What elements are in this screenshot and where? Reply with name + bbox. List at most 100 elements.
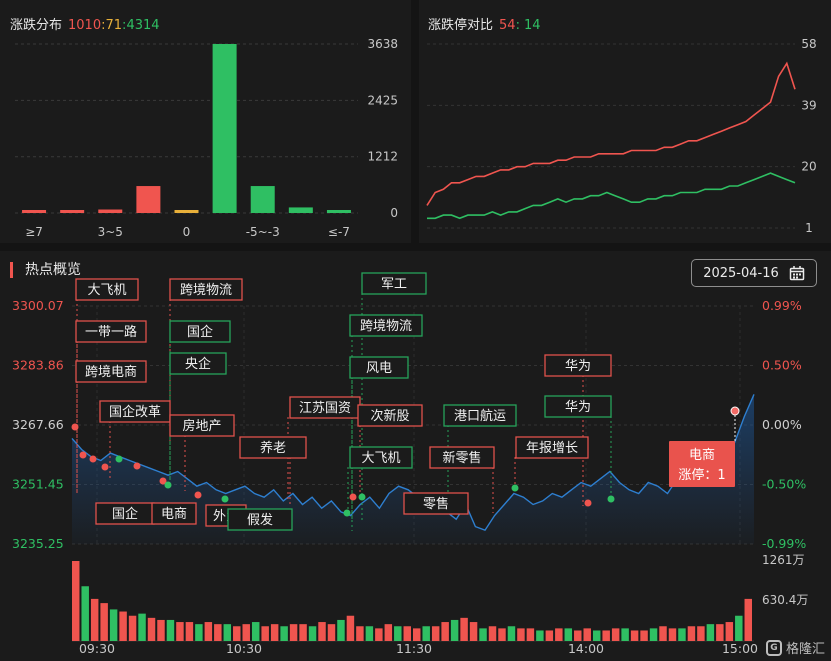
y-tick-label: 39: [801, 98, 816, 112]
volume-bar: [195, 624, 203, 641]
calendar-icon: [789, 266, 805, 281]
event-dot: [71, 423, 79, 431]
volume-bar: [678, 628, 686, 641]
topic-tag-label: 年报增长: [526, 441, 578, 456]
event-dot: [343, 509, 351, 517]
volume-bar: [479, 628, 487, 641]
y-left-tick-label: 3283.86: [12, 358, 64, 373]
event-dot: [194, 491, 202, 499]
y-right-tick-label: -0.99%: [762, 536, 806, 551]
topic-tag-label: 跨境电商: [85, 365, 137, 380]
event-dot: [511, 484, 519, 492]
volume-bar: [555, 628, 563, 641]
y-tick-label: 58: [801, 37, 816, 51]
tooltip-line1: 电商: [689, 448, 715, 463]
volume-bar: [119, 611, 127, 641]
topic-tag-label: 国企: [112, 506, 138, 522]
date-picker-button[interactable]: 2025-04-16: [691, 259, 817, 287]
topic-tag-label: 新零售: [442, 450, 481, 466]
y-left-tick-label: 3300.07: [12, 298, 64, 313]
volume-bar: [176, 622, 184, 641]
y-tick-label: 3638: [367, 37, 398, 51]
topic-tag-label: 假发: [247, 512, 273, 528]
volume-bar: [365, 626, 374, 641]
volume-bar: [744, 598, 752, 641]
volume-bar: [659, 626, 667, 641]
y-right-tick-label: -0.50%: [762, 477, 806, 492]
volume-bar: [81, 586, 89, 641]
volume-bar: [526, 628, 535, 641]
topic-tag-label: 大飞机: [361, 451, 400, 466]
watermark: G 格隆汇: [765, 638, 825, 657]
x-tick-label: ≥7: [25, 225, 43, 239]
volume-bar: [706, 624, 715, 641]
volume-bar: [346, 615, 355, 641]
volume-bar: [403, 626, 411, 641]
volume-bar: [318, 622, 326, 641]
volume-bar: [356, 626, 364, 641]
volume-bar: [280, 626, 288, 641]
y-left-tick-label: 3251.45: [12, 477, 64, 492]
tooltip-line2: 涨停：1: [678, 467, 725, 483]
volume-bar: [394, 626, 402, 641]
volume-bar: [640, 630, 648, 641]
volume-bar: [545, 630, 554, 641]
event-dot: [584, 499, 592, 507]
volume-bar: [308, 626, 317, 641]
hot-overview-title: 热点概览: [10, 262, 81, 278]
volume-bar: [251, 622, 260, 641]
volume-bar: [214, 624, 222, 641]
y-tick-label: 0: [390, 206, 398, 220]
volume-bar: [469, 622, 478, 641]
volume-bar: [261, 626, 269, 641]
volume-bar: [697, 626, 705, 641]
volume-bar: [611, 628, 620, 641]
topic-tag-label: 零售: [423, 496, 449, 512]
event-dot: [607, 495, 615, 503]
x-tick-label: -5~-3: [246, 225, 280, 239]
volume-bar: [204, 622, 213, 641]
volume-bar: [128, 615, 137, 641]
distribution-panel: 涨跌分布 1010:71:4314 3638 2425 1212 0 ≥7 3~5 0 -5~-…: [0, 0, 411, 243]
volume-bar: [649, 628, 658, 641]
limit-down-line: [427, 172, 796, 220]
tooltip-dot: [730, 406, 740, 416]
volume-bar: [687, 626, 696, 641]
x-tick-label: 3~5: [98, 225, 123, 239]
topic-tag-label: 次新股: [370, 408, 409, 424]
x-tick-label: 10:30: [226, 641, 262, 656]
volume-bar: [100, 603, 108, 641]
event-dot: [101, 463, 109, 471]
bar: [98, 209, 123, 213]
watermark-logo-icon: G: [765, 639, 782, 656]
watermark-text: 格隆汇: [785, 642, 825, 657]
bar: [288, 207, 313, 213]
event-dot: [79, 451, 87, 459]
volume-bar: [630, 630, 639, 641]
hot-overview-panel: 3300.07 0.99% 3283.86 0.50% 3267.66 0.00% 3251…: [0, 251, 831, 661]
volume-bar: [223, 624, 232, 641]
topic-tag-label: 养老: [260, 440, 286, 456]
y-tick-label: 2425: [367, 93, 398, 107]
event-dot: [349, 493, 357, 501]
topic-tag-label: 风电: [366, 361, 392, 376]
event-dot: [221, 495, 229, 503]
volume-bar: [735, 615, 743, 641]
y-tick-label: 1: [805, 221, 813, 235]
volume-bar: [90, 598, 99, 641]
topic-tag-label: 跨境物流: [180, 283, 232, 298]
volume-bar: [337, 619, 345, 641]
volume-bar: [621, 628, 629, 641]
volume-bar: [72, 561, 80, 641]
volume-bar: [450, 619, 459, 641]
topic-tag-label: 一带一路: [85, 324, 137, 340]
event-dot: [115, 455, 123, 463]
volume-bar: [233, 626, 241, 641]
hot-overview-chart: 3300.07 0.99% 3283.86 0.50% 3267.66 0.00% 3251…: [12, 272, 808, 656]
topic-tag-label: 跨境物流: [360, 319, 412, 334]
volume-bar: [725, 622, 734, 641]
y-tick-label: 1212: [367, 150, 398, 164]
volume-bar: [185, 622, 194, 641]
volume-bar: [327, 624, 336, 641]
volume-bar: [583, 628, 591, 641]
